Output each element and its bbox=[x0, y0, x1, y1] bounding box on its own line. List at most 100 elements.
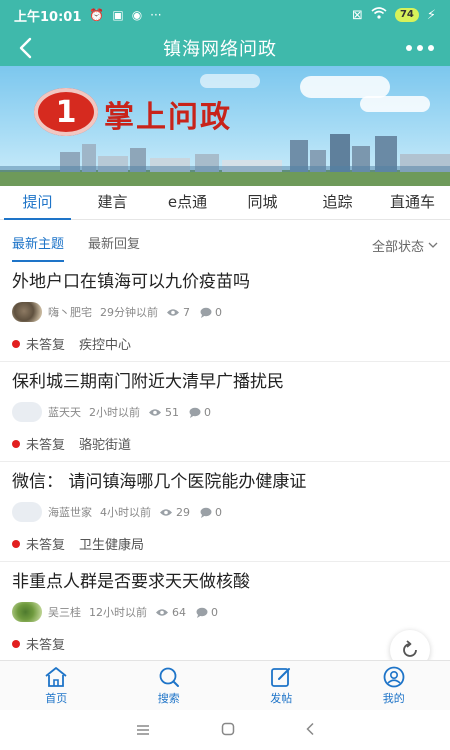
bottom-nav: 首页 搜索 发帖 我的 bbox=[0, 660, 450, 710]
sort-tabs: 最新主题 最新回复 全部状态 bbox=[0, 228, 450, 262]
battery-level: 74 bbox=[394, 8, 419, 22]
tab-suggestion[interactable]: 建言 bbox=[75, 186, 150, 219]
post-tags: 未答复 骆驼街道 bbox=[12, 434, 438, 453]
comment-icon bbox=[189, 407, 201, 418]
comment-icon bbox=[200, 507, 212, 518]
app-notification-icon: ▣ bbox=[112, 8, 124, 22]
view-count-value: 51 bbox=[165, 405, 179, 419]
comment-count: 0 bbox=[196, 606, 218, 619]
status-dot-icon bbox=[12, 339, 20, 348]
post-author: 嗨丶肥宅 bbox=[48, 306, 92, 319]
home-square-icon[interactable] bbox=[221, 721, 235, 740]
tab-direct[interactable]: 直通车 bbox=[375, 186, 450, 219]
avatar bbox=[12, 602, 42, 622]
post-tags: 未答复 bbox=[12, 634, 438, 653]
nav-compose[interactable]: 发帖 bbox=[225, 661, 338, 710]
post-author: 吴三桂 bbox=[48, 606, 81, 619]
view-count: 7 bbox=[166, 306, 190, 319]
list-item[interactable]: 保利城三期南门附近大清早广播扰民 蓝天天 2小时以前 51 0 未答复 骆驼街道 bbox=[0, 362, 450, 462]
subtab-latest-topics[interactable]: 最新主题 bbox=[12, 230, 65, 262]
comment-count-value: 0 bbox=[215, 505, 222, 519]
status-badge: 未答复 bbox=[26, 538, 66, 553]
eye-icon bbox=[149, 408, 161, 416]
post-title[interactable]: 外地户口在镇海可以九价疫苗吗 bbox=[12, 270, 438, 294]
status-filter-label: 全部状态 bbox=[371, 239, 424, 255]
post-author: 海蓝世家 bbox=[48, 506, 92, 519]
post-title[interactable]: 非重点人群是否要求天天做核酸 bbox=[12, 570, 438, 594]
department-tag: 疾控中心 bbox=[79, 338, 132, 353]
view-count-value: 7 bbox=[183, 305, 190, 319]
tab-e-point[interactable]: e点通 bbox=[150, 186, 225, 219]
post-meta: 海蓝世家 4小时以前 29 0 bbox=[12, 502, 438, 522]
list-item[interactable]: 微信： 请问镇海哪几个医院能办健康证 海蓝世家 4小时以前 29 0 未答复 卫… bbox=[0, 462, 450, 562]
tab-tracking[interactable]: 追踪 bbox=[300, 186, 375, 219]
status-badge: 未答复 bbox=[26, 638, 66, 653]
status-dot-icon bbox=[12, 639, 20, 648]
tab-question[interactable]: 提问 bbox=[0, 186, 75, 220]
system-back-icon[interactable] bbox=[305, 721, 315, 740]
eye-icon bbox=[156, 608, 168, 616]
avatar bbox=[12, 302, 42, 322]
more-dot-icon bbox=[428, 45, 434, 51]
back-arrow-icon bbox=[19, 37, 32, 59]
view-count-value: 64 bbox=[172, 605, 186, 619]
comment-count: 0 bbox=[189, 406, 211, 419]
view-count: 64 bbox=[155, 606, 186, 619]
status-bar: 上午10:01 ⏰ ▣ ◉ ··· ⊠ 74 ⚡ bbox=[0, 0, 450, 30]
more-dot-icon bbox=[417, 45, 423, 51]
nav-home-label: 首页 bbox=[45, 691, 68, 705]
post-meta: 嗨丶肥宅 29分钟以前 7 0 bbox=[12, 302, 438, 322]
status-badge: 未答复 bbox=[26, 438, 66, 453]
avatar bbox=[12, 402, 42, 422]
back-button[interactable] bbox=[0, 30, 50, 66]
weibo-icon: ◉ bbox=[131, 8, 143, 22]
nav-compose-label: 发帖 bbox=[270, 691, 293, 705]
user-icon bbox=[383, 666, 405, 687]
nav-home[interactable]: 首页 bbox=[0, 661, 113, 710]
page-title: 镇海网络问政 bbox=[163, 39, 277, 60]
avatar bbox=[12, 502, 42, 522]
eye-icon bbox=[160, 508, 172, 516]
charging-icon: ⚡ bbox=[426, 7, 436, 23]
tab-same-city[interactable]: 同城 bbox=[225, 186, 300, 219]
post-meta: 蓝天天 2小时以前 51 0 bbox=[12, 402, 438, 422]
comment-icon bbox=[200, 307, 212, 318]
sim-icon: ⊠ bbox=[352, 7, 363, 23]
department-tag: 骆驼街道 bbox=[79, 438, 132, 453]
status-filter-dropdown[interactable]: 全部状态 bbox=[372, 236, 438, 255]
search-icon bbox=[159, 667, 179, 687]
nav-search[interactable]: 搜索 bbox=[113, 661, 226, 710]
post-title[interactable]: 保利城三期南门附近大清早广播扰民 bbox=[12, 370, 438, 394]
category-tabs: 提问 建言 e点通 同城 追踪 直通车 bbox=[0, 186, 450, 220]
banner-image: 1 掌上问政 bbox=[0, 66, 450, 186]
comment-icon bbox=[196, 607, 208, 618]
more-dot-icon bbox=[406, 45, 412, 51]
status-dot-icon bbox=[12, 539, 20, 548]
subtab-latest-replies[interactable]: 最新回复 bbox=[88, 230, 140, 260]
post-tags: 未答复 卫生健康局 bbox=[12, 534, 438, 553]
nav-profile-label: 我的 bbox=[382, 691, 405, 705]
department-tag: 卫生健康局 bbox=[79, 538, 145, 553]
comment-count-value: 0 bbox=[204, 405, 211, 419]
view-count-value: 29 bbox=[176, 505, 190, 519]
comment-count-value: 0 bbox=[211, 605, 218, 619]
post-time: 2小时以前 bbox=[89, 406, 140, 419]
more-options-button[interactable] bbox=[390, 30, 450, 66]
post-time: 12小时以前 bbox=[89, 606, 147, 619]
post-time: 4小时以前 bbox=[100, 506, 151, 519]
nav-search-label: 搜索 bbox=[157, 691, 180, 705]
list-item[interactable]: 非重点人群是否要求天天做核酸 吴三桂 12小时以前 64 0 未答复 bbox=[0, 562, 450, 662]
post-tags: 未答复 疾控中心 bbox=[12, 334, 438, 353]
post-title[interactable]: 微信： 请问镇海哪几个医院能办健康证 bbox=[12, 470, 438, 494]
status-time: 上午10:01 bbox=[14, 9, 82, 25]
status-dot-icon bbox=[12, 439, 20, 448]
home-icon bbox=[45, 666, 67, 687]
comment-count: 0 bbox=[200, 506, 222, 519]
nav-profile[interactable]: 我的 bbox=[338, 661, 450, 710]
app-header: 镇海网络问政 bbox=[0, 30, 450, 66]
list-item[interactable]: 外地户口在镇海可以九价疫苗吗 嗨丶肥宅 29分钟以前 7 0 未答复 疾控中心 bbox=[0, 262, 450, 362]
post-meta: 吴三桂 12小时以前 64 0 bbox=[12, 602, 438, 622]
wifi-icon bbox=[371, 7, 387, 23]
menu-icon[interactable] bbox=[135, 721, 151, 740]
view-count: 51 bbox=[148, 406, 179, 419]
